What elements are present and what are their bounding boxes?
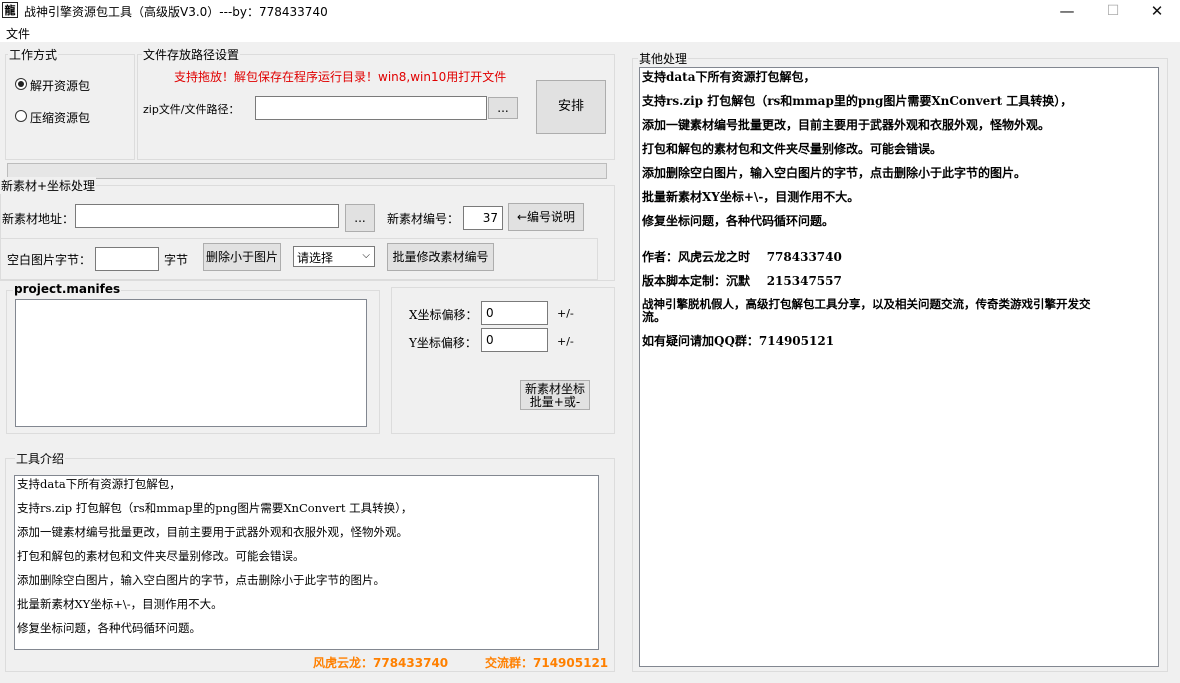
- tool-intro-title: 工具介绍: [15, 450, 66, 467]
- other-line: 打包和解包的素材包和文件夹尽量别修改。可能会错误。: [642, 142, 943, 156]
- other-textarea[interactable]: 支持data下所有资源打包解包， 支持rs.zip 打包解包（rs和mmap里的…: [639, 67, 1159, 667]
- other-line: 如有疑问请加QQ群：714905121: [642, 334, 835, 348]
- material-address-label: 新素材地址：: [2, 212, 75, 226]
- progress-bar: [7, 163, 607, 179]
- intro-line: 打包和解包的素材包和文件夹尽量别修改。可能会错误。: [17, 549, 305, 563]
- y-offset-label: Y坐标偏移：: [409, 336, 477, 350]
- menu-bar: 文件: [0, 22, 1180, 42]
- blank-bytes-label: 空白图片字节：: [7, 253, 92, 267]
- work-mode-group: [5, 54, 135, 160]
- batch-modify-number-button[interactable]: 批量修改素材编号: [387, 243, 494, 271]
- other-line: 批量新素材XY坐标+\-，目测作用不大。: [642, 190, 860, 204]
- batch-coords-line2: 批量+或-: [529, 395, 581, 409]
- maximize-button[interactable]: ☐: [1090, 0, 1136, 22]
- minimize-button[interactable]: —: [1044, 0, 1090, 22]
- other-line: 版本脚本定制：沉默 215347557: [642, 274, 842, 288]
- material-browse-button[interactable]: ...: [345, 204, 375, 232]
- material-number-input[interactable]: 37: [463, 206, 503, 230]
- run-button[interactable]: 安排: [536, 80, 606, 134]
- chevron-down-icon: ⌵: [362, 250, 370, 261]
- other-line: 支持rs.zip 打包解包（rs和mmap里的png图片需要XnConvert …: [642, 94, 1073, 108]
- group-contact: 交流群：714905121: [485, 656, 609, 670]
- material-number-label: 新素材编号：: [387, 212, 460, 226]
- manifest-textarea[interactable]: [15, 299, 367, 427]
- material-title: 新素材+坐标处理: [0, 177, 97, 194]
- menu-file[interactable]: 文件: [6, 25, 30, 42]
- manifest-title: project.manifes: [13, 282, 122, 296]
- number-help-button[interactable]: ←编号说明: [508, 203, 584, 231]
- close-button[interactable]: ✕: [1134, 0, 1180, 22]
- other-line: 支持data下所有资源打包解包，: [642, 70, 816, 84]
- y-offset-hint: +/-: [557, 335, 574, 348]
- window-title: 战神引擎资源包工具（高级版V3.0）---by：778433740: [24, 5, 328, 19]
- x-offset-label: X坐标偏移：: [409, 308, 478, 322]
- zip-path-input[interactable]: [255, 96, 487, 120]
- radio-pack[interactable]: [15, 110, 27, 122]
- zip-browse-button[interactable]: ...: [488, 97, 518, 119]
- other-line: 流。: [642, 310, 667, 324]
- intro-line: 添加删除空白图片，输入空白图片的字节，点击删除小于此字节的图片。: [17, 573, 385, 587]
- material-select-value: 请选择: [297, 251, 334, 265]
- tool-intro-textarea[interactable]: 支持data下所有资源打包解包， 支持rs.zip 打包解包（rs和mmap里的…: [14, 475, 599, 650]
- other-line: 战神引擎脱机假人，高级打包解包工具分享，以及相关问题交流，传奇类游戏引擎开发交: [642, 297, 1091, 311]
- intro-line: 添加一键素材编号批量更改，目前主要用于武器外观和衣服外观，怪物外观。: [17, 525, 408, 539]
- other-line: 修复坐标问题，各种代码循环问题。: [642, 214, 835, 228]
- delete-small-images-button[interactable]: 删除小于图片: [203, 243, 281, 271]
- material-address-input[interactable]: [75, 204, 339, 228]
- app-icon: 龍: [2, 2, 18, 18]
- batch-coords-button[interactable]: 新素材坐标 批量+或-: [520, 380, 590, 410]
- blank-bytes-input[interactable]: [95, 247, 159, 271]
- x-offset-input[interactable]: 0: [481, 301, 548, 325]
- radio-unpack-label[interactable]: 解开资源包: [30, 77, 90, 94]
- intro-line: 批量新素材XY坐标+\-，目测作用不大。: [17, 597, 223, 611]
- radio-pack-label[interactable]: 压缩资源包: [30, 109, 90, 126]
- work-mode-title: 工作方式: [8, 46, 59, 63]
- intro-line: 修复坐标问题，各种代码循环问题。: [17, 621, 201, 635]
- x-offset-hint: +/-: [557, 307, 574, 320]
- title-bar: 龍 战神引擎资源包工具（高级版V3.0）---by：778433740 — ☐ …: [0, 0, 1180, 22]
- other-line: 添加一键素材编号批量更改，目前主要用于武器外观和衣服外观，怪物外观。: [642, 118, 1051, 132]
- other-line: 添加删除空白图片，输入空白图片的字节，点击删除小于此字节的图片。: [642, 166, 1027, 180]
- drag-drop-notice: 支持拖放！解包保存在程序运行目录！win8,win10用打开文件: [174, 70, 507, 84]
- other-title: 其他处理: [638, 50, 689, 67]
- author-contact: 风虎云龙：778433740: [313, 656, 449, 670]
- radio-unpack[interactable]: [15, 78, 27, 90]
- intro-line: 支持rs.zip 打包解包（rs和mmap里的png图片需要XnConvert …: [17, 501, 413, 515]
- material-select[interactable]: 请选择 ⌵: [293, 246, 375, 267]
- intro-line: 支持data下所有资源打包解包，: [17, 477, 181, 491]
- zip-path-label: zip文件/文件路径：: [143, 103, 240, 116]
- blank-bytes-unit: 字节: [164, 253, 189, 267]
- y-offset-input[interactable]: 0: [481, 328, 548, 352]
- file-path-title: 文件存放路径设置: [142, 46, 241, 63]
- other-line: 作者：风虎云龙之时 778433740: [642, 250, 842, 264]
